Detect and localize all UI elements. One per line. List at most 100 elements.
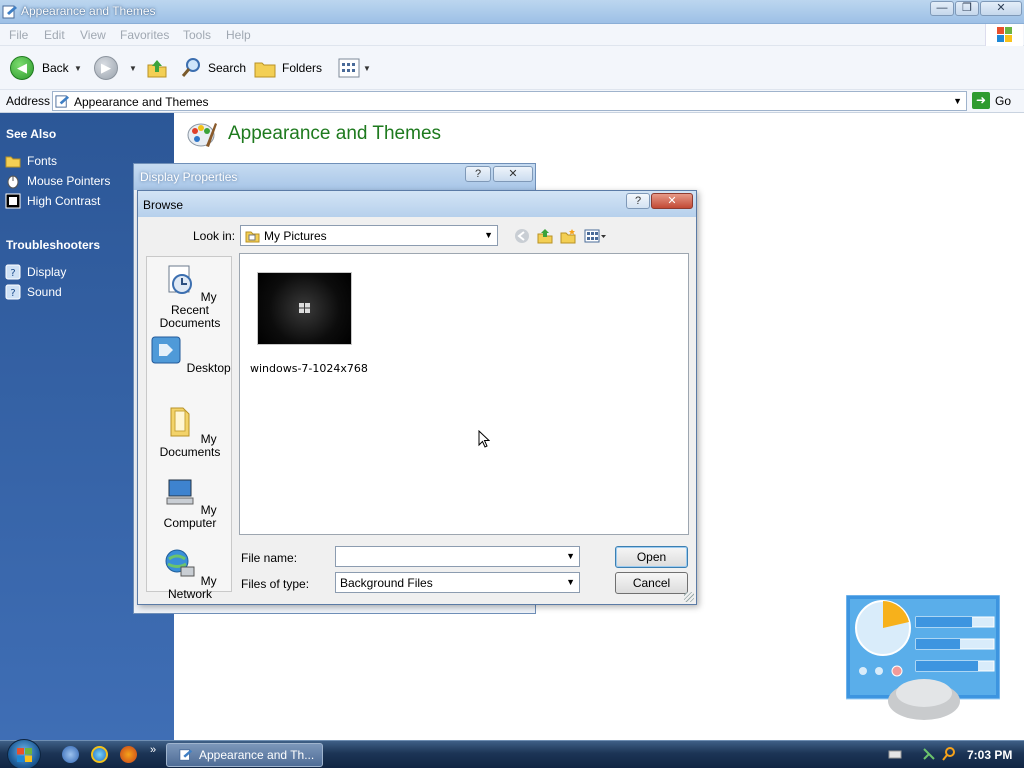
files-of-type-dropdown-icon[interactable]: ▼ [566, 577, 575, 587]
back-nav-icon[interactable] [514, 228, 530, 244]
menu-help[interactable]: Help [226, 28, 251, 42]
browse-dialog: Browse ? ✕ Look in: My Pictures ▼ My Rec… [137, 190, 697, 605]
back-history-dropdown[interactable]: ▼ [74, 56, 82, 80]
up-folder-button[interactable] [146, 56, 168, 80]
link-sound-label: Sound [27, 285, 62, 299]
desktop-icon [151, 336, 181, 364]
back-arrow-icon: ◀ [10, 56, 34, 80]
taskbar-button-appearance-themes[interactable]: Appearance and Th... [166, 743, 323, 767]
forward-button[interactable]: ▶ [94, 56, 118, 80]
help-display-icon: ? [5, 264, 21, 280]
display-properties-title: Display Properties [140, 170, 238, 184]
windows-flag-icon [997, 27, 1012, 42]
my-pictures-folder-icon [245, 231, 260, 243]
link-fonts[interactable]: Fonts [5, 153, 57, 169]
new-folder-icon[interactable] [560, 228, 576, 244]
resize-grip[interactable] [684, 592, 694, 602]
menu-favorites[interactable]: Favorites [120, 28, 169, 42]
views-button[interactable]: ▼ [338, 56, 371, 80]
svg-text:?: ? [10, 268, 15, 279]
windows-logo [985, 24, 1023, 46]
address-value: Appearance and Themes [74, 95, 209, 109]
files-of-type-value: Background Files [340, 576, 433, 590]
file-thumbnail[interactable] [257, 272, 352, 345]
search-label: Search [208, 61, 247, 75]
link-high-contrast[interactable]: High Contrast [5, 193, 100, 209]
browse-help-button[interactable]: ? [626, 193, 650, 209]
troubleshooters-title: Troubleshooters [6, 238, 101, 252]
menu-edit[interactable]: Edit [44, 28, 65, 42]
up-folder-icon [147, 60, 167, 78]
place-my-computer[interactable]: My Computer [147, 476, 233, 530]
go-button[interactable]: ➜ Go [972, 92, 1011, 109]
place-my-network[interactable]: My Network [147, 547, 233, 601]
up-one-level-icon[interactable] [537, 228, 553, 244]
look-in-value: My Pictures [264, 229, 327, 243]
my-computer-icon [166, 479, 194, 505]
files-of-type-select[interactable]: Background Files ▼ [335, 572, 580, 593]
display-properties-help-button[interactable]: ? [465, 166, 491, 182]
minimize-button[interactable]: — [930, 1, 954, 16]
cpu-meter-gadget[interactable] [845, 594, 1001, 720]
show-desktop-icon[interactable] [62, 746, 79, 763]
my-documents-folder-icon [170, 407, 190, 437]
maximize-button[interactable]: ❐ [955, 1, 979, 16]
menu-tools[interactable]: Tools [183, 28, 211, 42]
search-button[interactable]: Search [180, 56, 246, 80]
keyboard-tray-icon[interactable] [888, 747, 902, 761]
file-list[interactable]: windows-7-1024x768 [239, 253, 689, 535]
firefox-icon[interactable] [120, 746, 137, 763]
place-label: Desktop [186, 361, 231, 375]
window-titlebar[interactable]: Appearance and Themes — ❐ ✕ [0, 0, 1024, 24]
cancel-button[interactable]: Cancel [615, 572, 688, 594]
link-sound[interactable]: ? Sound [5, 284, 62, 300]
network-tray-icon[interactable] [922, 747, 936, 761]
menu-file[interactable]: File [9, 28, 28, 42]
control-panel-icon [55, 95, 70, 108]
page-title: Appearance and Themes [228, 123, 442, 144]
fonts-folder-icon [5, 156, 21, 168]
recent-documents-icon [168, 265, 193, 294]
taskbar: » Appearance and Th... 7:03 PM [0, 739, 1024, 768]
look-in-select[interactable]: My Pictures ▼ [240, 225, 498, 246]
help-sound-icon: ? [5, 284, 21, 300]
file-name-dropdown-icon[interactable]: ▼ [566, 551, 575, 561]
search-icon [181, 58, 200, 77]
view-menu-icon[interactable] [584, 228, 608, 244]
place-desktop[interactable]: Desktop [147, 334, 233, 375]
files-of-type-label: Files of type: [241, 577, 310, 591]
browse-close-button[interactable]: ✕ [651, 193, 693, 209]
link-mouse-pointers-label: Mouse Pointers [27, 174, 111, 188]
start-button[interactable] [7, 739, 41, 768]
search-tray-icon[interactable] [942, 747, 956, 761]
link-display[interactable]: ? Display [5, 264, 66, 280]
back-button[interactable]: ◀ Back [10, 56, 69, 80]
address-dropdown-icon[interactable]: ▼ [953, 96, 962, 106]
views-dropdown-icon: ▼ [363, 63, 371, 73]
toolbar: ◀ Back ▼ ▶ ▼ Search Folders ▼ [0, 46, 1024, 90]
menu-view[interactable]: View [80, 28, 106, 42]
browse-titlebar[interactable]: Browse ? ✕ [138, 191, 696, 217]
views-grid-icon [338, 58, 360, 78]
back-label: Back [42, 61, 69, 75]
place-my-documents[interactable]: My Documents [147, 405, 233, 459]
display-properties-close-button[interactable]: ✕ [493, 166, 533, 182]
folders-label: Folders [282, 61, 323, 75]
menu-bar: File Edit View Favorites Tools Help [0, 24, 1024, 46]
internet-explorer-icon[interactable] [91, 746, 108, 763]
system-clock[interactable]: 7:03 PM [967, 748, 1012, 762]
quick-launch-more-icon[interactable]: » [150, 744, 156, 756]
address-field[interactable]: Appearance and Themes ▼ [52, 91, 967, 111]
place-my-recent-documents[interactable]: My Recent Documents [147, 263, 233, 330]
display-properties-titlebar[interactable]: Display Properties ? ✕ [134, 164, 535, 190]
open-button[interactable]: Open [615, 546, 688, 568]
close-button[interactable]: ✕ [980, 1, 1022, 16]
file-name-label[interactable]: windows-7-1024x768 [250, 362, 368, 375]
gadget-graphic [845, 594, 1001, 720]
file-name-input[interactable]: ▼ [335, 546, 580, 567]
folders-button[interactable]: Folders [254, 56, 322, 80]
forward-history-dropdown[interactable]: ▼ [129, 56, 137, 80]
link-mouse-pointers[interactable]: Mouse Pointers [5, 173, 110, 189]
look-in-dropdown-icon[interactable]: ▼ [484, 230, 493, 240]
address-bar: Address Appearance and Themes ▼ ➜ Go [0, 90, 1024, 113]
